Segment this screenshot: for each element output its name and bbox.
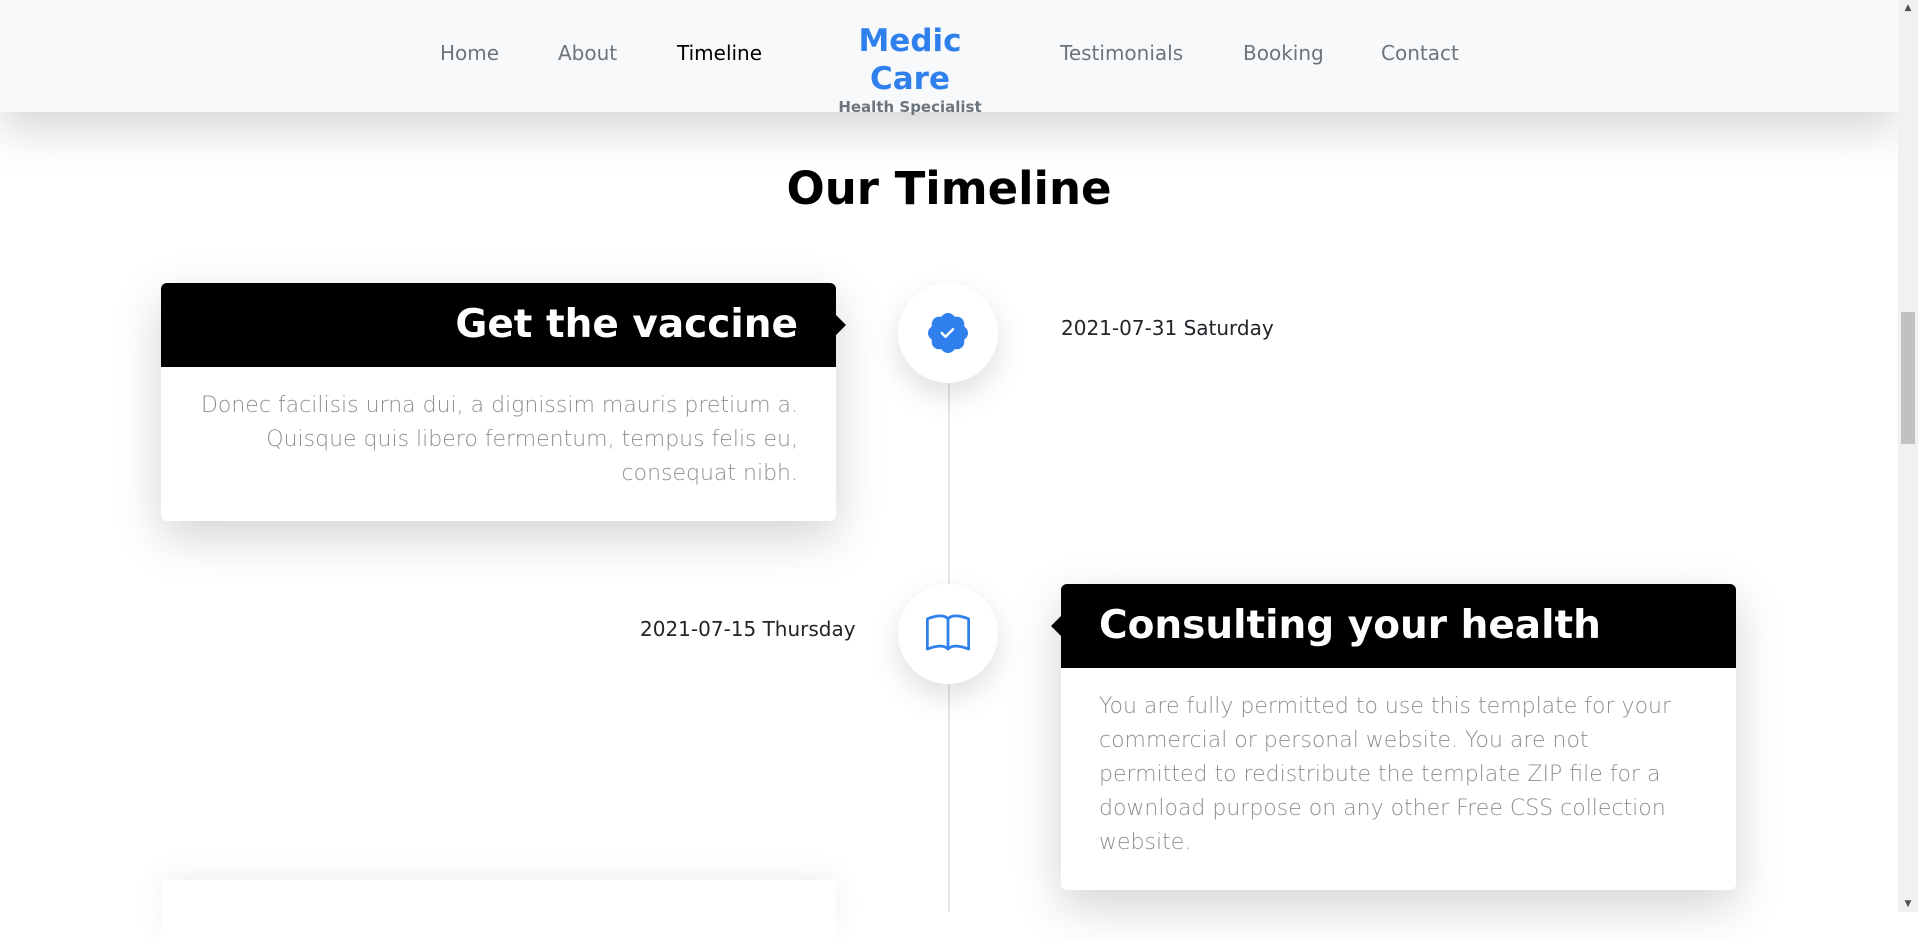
brand-subtitle: Health Specialist (838, 98, 982, 116)
timeline-card-vaccine: Get the vaccine Donec facilisis urna dui… (161, 283, 846, 521)
nav-link-about[interactable]: About (558, 40, 617, 66)
timeline-card-text: Donec facilisis urna dui, a dignissim ma… (200, 393, 798, 486)
book-icon (926, 614, 970, 651)
timeline-card-title: Get the vaccine (455, 302, 798, 347)
section-title: Our Timeline (786, 162, 1112, 215)
timeline-card-consulting: Consulting your health You are fully per… (1051, 584, 1736, 890)
timeline-circle-1 (898, 283, 998, 383)
timeline-card-text: You are fully permitted to use this temp… (1099, 694, 1672, 855)
timeline-card-title: Consulting your health (1099, 603, 1601, 648)
brand-logo[interactable]: Medic Care Health Specialist (828, 22, 992, 116)
main-navbar: Home About Timeline Medic Care Health Sp… (0, 0, 1898, 116)
scroll-up-arrow-icon[interactable]: ▲ (1898, 0, 1918, 16)
timeline-card-header: Consulting your health (1051, 584, 1736, 668)
timeline-card-partial (161, 880, 836, 940)
card-arrow-icon (1051, 616, 1061, 636)
timeline-card-header: Get the vaccine (161, 283, 846, 367)
timeline-date: 2021-07-15 Thursday (640, 617, 856, 641)
patch-check-icon (928, 313, 968, 353)
nav-link-booking[interactable]: Booking (1243, 40, 1324, 66)
nav-link-contact[interactable]: Contact (1381, 40, 1459, 66)
scrollbar-thumb[interactable] (1901, 312, 1915, 444)
scroll-down-arrow-icon[interactable]: ▼ (1898, 896, 1918, 912)
page-scrollbar[interactable]: ▲ ▼ (1898, 0, 1918, 912)
card-arrow-icon (836, 315, 846, 335)
nav-link-home[interactable]: Home (440, 40, 499, 66)
nav-link-testimonials[interactable]: Testimonials (1060, 40, 1183, 66)
brand-title: Medic Care (858, 23, 962, 97)
timeline-circle-2 (898, 584, 998, 684)
nav-link-timeline[interactable]: Timeline (677, 40, 762, 66)
timeline-date: 2021-07-31 Saturday (1061, 316, 1274, 340)
